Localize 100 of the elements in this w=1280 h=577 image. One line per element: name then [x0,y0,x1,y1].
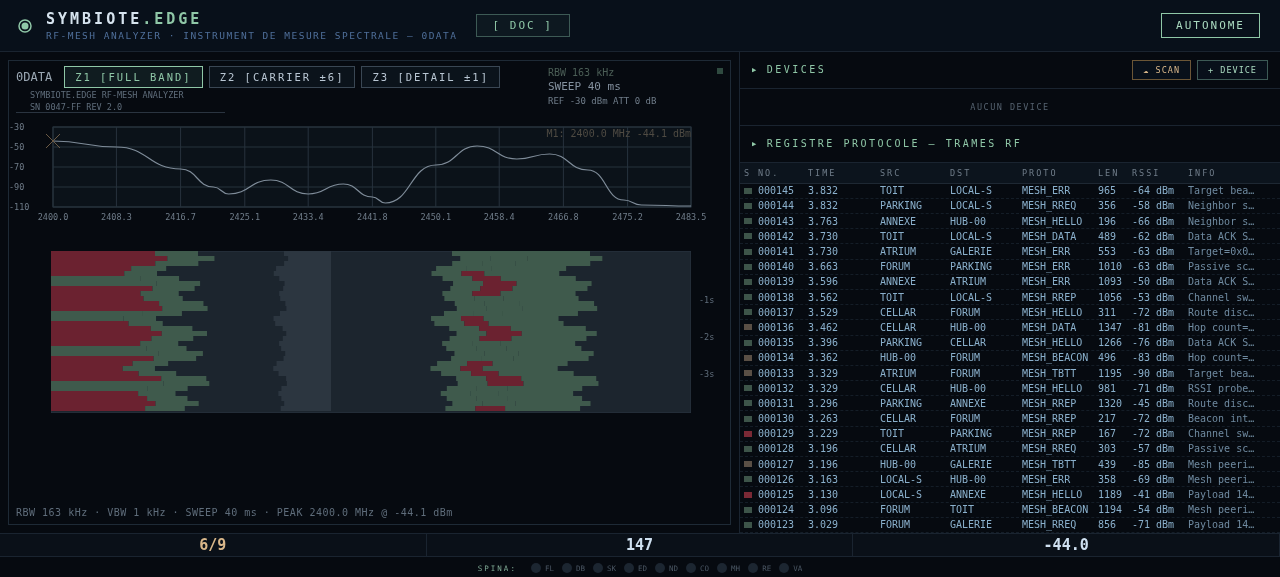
table-cell-text: Mesh peeri… [1188,504,1256,516]
table-cell-text: -41 dBm [1132,489,1176,500]
axis-label: -90 [9,182,25,192]
table-cell-text: 000138 [758,291,796,303]
mode-button[interactable]: AUTONOME [1161,13,1260,38]
table-cell-text: 1093 [1098,276,1124,288]
table-cell-text: ATRIUM [950,276,988,288]
table-cell-text: FORUM [950,352,982,364]
table-cell-text: FORUM [950,306,982,318]
table-cell-text: FORUM [880,504,912,516]
node-dot-icon [748,563,759,573]
table-cell-text: -50 dBm [1132,276,1176,288]
table-cell-text: 000129 [758,428,796,440]
table-cell-text: Hop count=… [1188,321,1256,333]
table-cell-text: Target bea… [1188,367,1256,379]
stat-value: 6/9 [0,534,427,556]
table-cell-text: 489 [1098,230,1118,242]
table-cell-text: -72 dBm [1132,428,1176,440]
table-cell-text: 000130 [758,413,796,425]
table-cell-text: ANNEXE [950,489,988,500]
table-cell-text: 3.832 [808,200,840,212]
serial-label: SN 0047-FF REV 2.0 [16,100,225,113]
table-cell-text: CELLAR [880,443,918,455]
table-cell-text: HUB-00 [950,321,988,333]
table-cell-text: 000136 [758,321,796,333]
table-cell-text: 167 [1098,428,1118,440]
table-cell-text: MESH_RREQ [1022,200,1078,212]
table-cell-text: GALERIE [950,458,994,470]
table-cell-text: 000142 [758,230,796,242]
node-dot-icon [686,563,697,573]
axis-label: 2425.1 [229,212,261,222]
table-cell-text: MESH_DATA [1022,321,1078,333]
table-cell-text: 3.730 [808,246,840,257]
zoom-tab[interactable]: Z1 [FULL BAND] [64,66,203,88]
table-cell-text: Data ACK S… [1188,230,1256,242]
table-cell-text: PARKING [950,428,994,440]
axis-label: 2450.1 [420,212,452,222]
axis-label: 2441.8 [357,212,388,222]
table-cell-text: -72 dBm [1132,306,1176,318]
table-cell-text: Route disc… [1188,397,1256,409]
table-cell-text: -66 dBm [1132,215,1176,227]
axis-label: 2400.0 [37,212,69,222]
table-cell-text: 3.596 [808,276,840,288]
table-cell-text: 000135 [758,337,796,349]
table-cell-text: 000125 [758,489,796,500]
table-cell-text: 000133 [758,367,796,379]
table-cell-text: HUB-00 [950,473,988,485]
section-title: DEVICES [766,64,827,76]
table-cell-text: LOCAL-S [880,473,924,485]
table-cell-text: Neighbor s… [1188,215,1256,227]
axis-label: 2483.5 [675,212,707,222]
table-cell-text: ATRIUM [880,367,918,379]
marker-readout: M1: 2400.0 MHz -44.1 dBm [546,128,691,139]
axis-label: 2458.4 [483,212,515,222]
square-icon [717,68,723,74]
column-header: INFO [1188,167,1218,178]
column-header: TIME [808,167,838,178]
table-cell-text: Channel sw… [1188,428,1256,440]
table-cell-text: TOIT [950,504,976,516]
zoom-tab[interactable]: Z2 [CARRIER ±6] [208,66,356,88]
table-cell-text: -62 dBm [1132,230,1176,242]
axis-label: 2475.2 [612,212,643,222]
table-cell-text: 000139 [758,276,796,288]
table-cell-text: ANNEXE [880,215,918,227]
table-cell-text: CELLAR [880,321,918,333]
table-cell-text: 000126 [758,473,796,485]
table-cell-text: 496 [1098,352,1118,364]
table-cell-text: TOIT [880,428,906,440]
table-cell-text: LOCAL-S [950,200,994,212]
doc-button[interactable]: [ DOC ] [475,14,570,37]
table-cell-text: 3.196 [808,443,840,455]
table-cell-text: 856 [1098,519,1118,531]
table-cell-text: ATRIUM [950,443,988,455]
add-device-button[interactable]: + DEVICE [1197,59,1268,80]
table-cell-text: HUB-00 [880,352,918,364]
table-cell-text: MESH_HELLO [1022,306,1084,318]
table-cell-text: MESH_ERR [1022,185,1072,197]
column-header: NO. [758,167,781,178]
table-cell-text: 000143 [758,215,796,227]
axis-label: 2433.4 [292,212,324,222]
table-cell-text: Target bea… [1188,185,1256,197]
table-cell-text: 1189 [1098,489,1124,500]
table-cell-text: 3.096 [808,504,840,516]
table-cell-text: HUB-00 [950,215,988,227]
table-cell-text: 1266 [1098,337,1124,349]
table-cell-text: Route disc… [1188,306,1256,318]
table-cell-text: FORUM [950,367,982,379]
table-cell-text: 3.832 [808,185,840,197]
scan-button[interactable]: ☁ SCAN [1132,59,1192,80]
table-cell-text: Neighbor s… [1188,200,1256,212]
status-readout: RBW 163 kHz · VBW 1 kHz · SWEEP 40 ms · PEAK 2400.0 MHz @ -44.1 dBm [15,507,454,520]
zoom-tab[interactable]: Z3 [DETAIL ±1] [361,66,500,88]
axis-label: 2408.3 [101,212,132,222]
table-cell-text: LOCAL-S [880,489,924,500]
table-cell-text: Mesh peeri… [1188,458,1256,470]
table-cell-text: 3.163 [808,473,840,485]
table-cell-text: CELLAR [880,382,918,394]
table-cell-text: FORUM [880,519,912,531]
table-cell-text: Hop count=… [1188,352,1256,364]
axis-label: 2466.8 [548,212,579,222]
